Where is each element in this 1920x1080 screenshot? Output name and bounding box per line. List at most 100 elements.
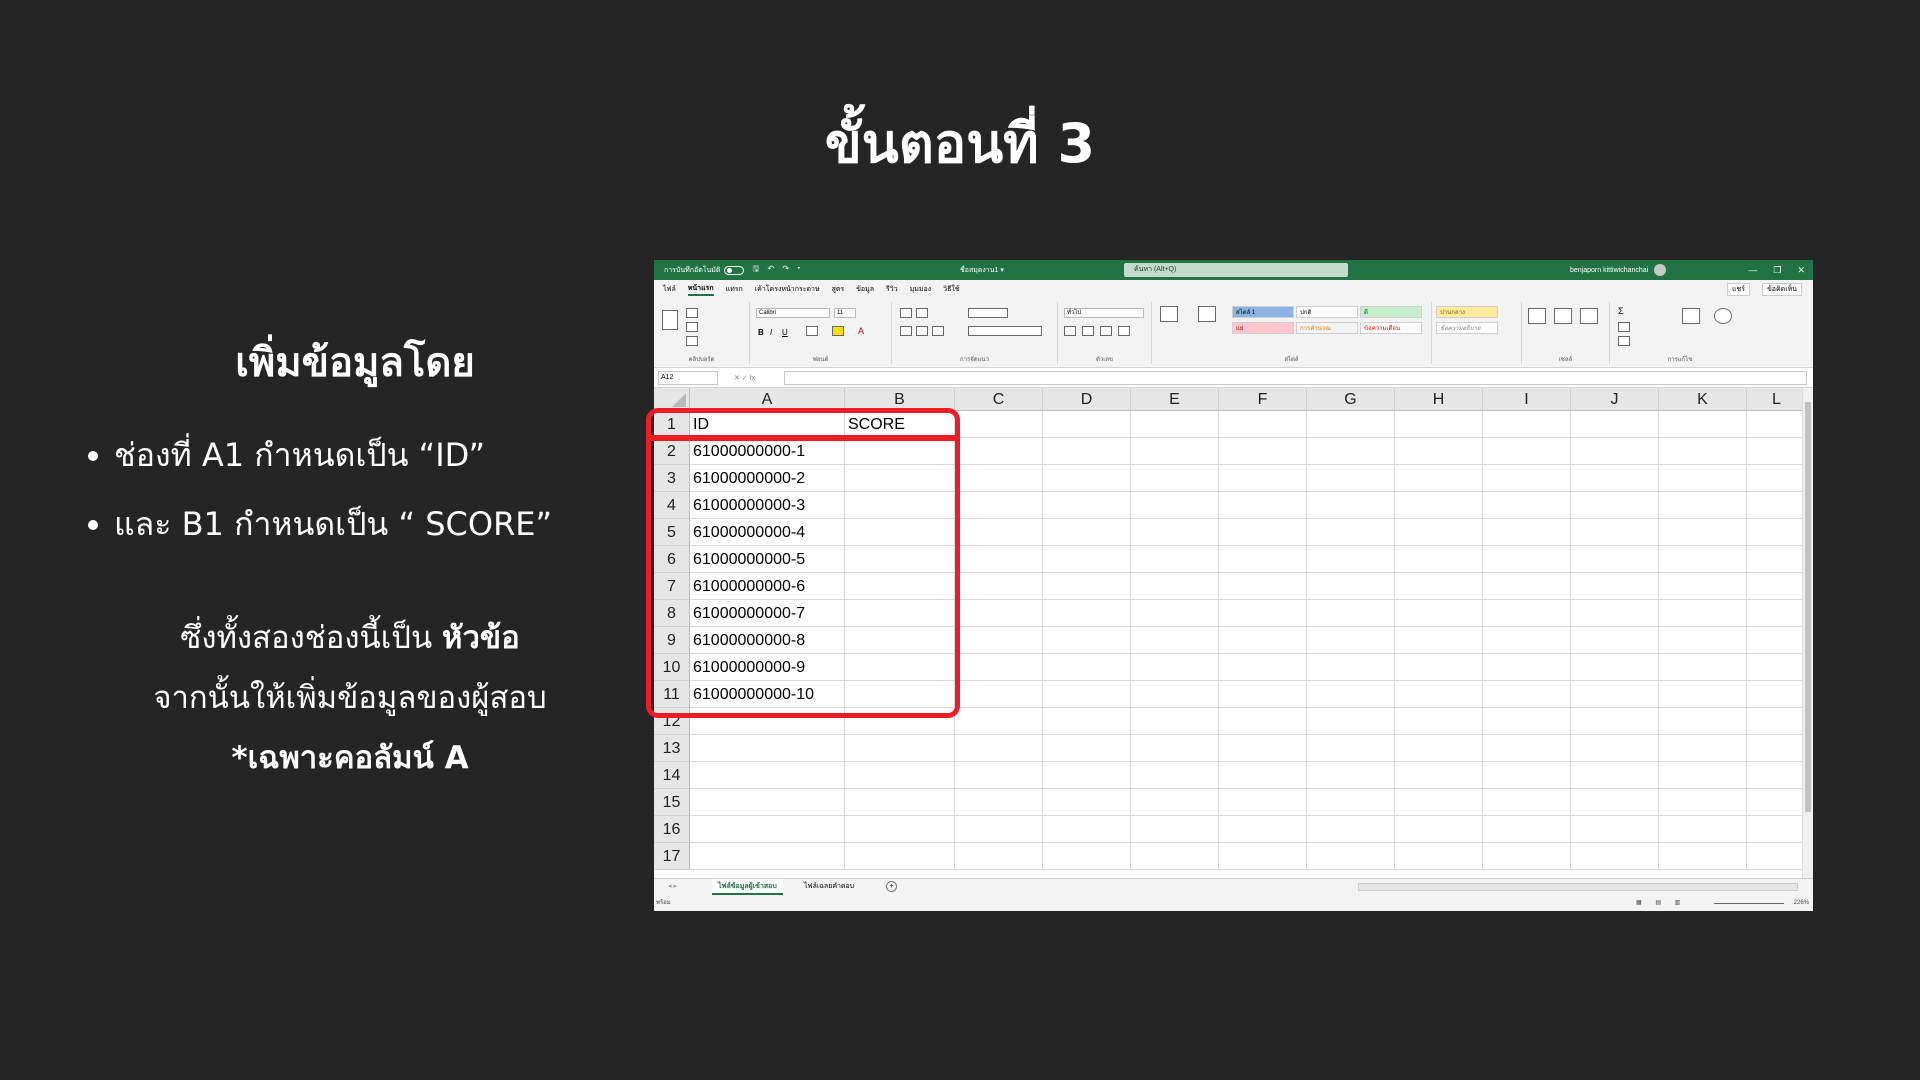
cell-h6[interactable] [1395, 546, 1483, 573]
cell-f4[interactable] [1219, 492, 1307, 519]
cell-e2[interactable] [1131, 438, 1219, 465]
scroll-thumb[interactable] [1805, 402, 1811, 812]
cell-l2[interactable] [1747, 438, 1802, 465]
comma-icon[interactable] [1100, 326, 1112, 336]
cell-l14[interactable] [1747, 762, 1802, 789]
cell-j8[interactable] [1571, 600, 1659, 627]
italic-button[interactable]: I [770, 328, 772, 337]
merge-center-icon[interactable] [968, 326, 1042, 336]
cell-j16[interactable] [1571, 816, 1659, 843]
cell-k17[interactable] [1659, 843, 1747, 870]
cell-e5[interactable] [1131, 519, 1219, 546]
share-button[interactable]: แชร์ [1726, 282, 1750, 296]
cell-j1[interactable] [1571, 411, 1659, 438]
cell-h15[interactable] [1395, 789, 1483, 816]
column-header-l[interactable]: L [1747, 388, 1802, 411]
cell-c4[interactable] [955, 492, 1043, 519]
cell-f3[interactable] [1219, 465, 1307, 492]
cell-d10[interactable] [1043, 654, 1131, 681]
tab-home[interactable]: หน้าแรก [687, 283, 714, 296]
sheet-tab-examinees[interactable]: ไฟล์ข้อมูลผู้เข้าสอบ [712, 879, 783, 895]
cell-j7[interactable] [1571, 573, 1659, 600]
cell-h3[interactable] [1395, 465, 1483, 492]
fill-icon[interactable] [1618, 322, 1630, 332]
column-header-g[interactable]: G [1307, 388, 1395, 411]
align-middle-icon[interactable] [916, 308, 928, 318]
style-calculation[interactable]: การคำนวณ [1296, 322, 1358, 334]
align-top-icon[interactable] [900, 308, 912, 318]
cell-d17[interactable] [1043, 843, 1131, 870]
cell-e17[interactable] [1131, 843, 1219, 870]
cell-g14[interactable] [1307, 762, 1395, 789]
cell-b16[interactable] [845, 816, 955, 843]
cell-i16[interactable] [1483, 816, 1571, 843]
style-normal[interactable]: ปกติ [1296, 306, 1358, 318]
cell-e4[interactable] [1131, 492, 1219, 519]
column-header-k[interactable]: K [1659, 388, 1747, 411]
cell-i10[interactable] [1483, 654, 1571, 681]
row-header[interactable]: 15 [654, 789, 690, 816]
cell-h12[interactable] [1395, 708, 1483, 735]
cell-k12[interactable] [1659, 708, 1747, 735]
cell-k15[interactable] [1659, 789, 1747, 816]
cell-i3[interactable] [1483, 465, 1571, 492]
cell-e14[interactable] [1131, 762, 1219, 789]
zoom-slider[interactable] [1714, 903, 1784, 904]
cell-b13[interactable] [845, 735, 955, 762]
cell-g17[interactable] [1307, 843, 1395, 870]
cell-f1[interactable] [1219, 411, 1307, 438]
cell-e11[interactable] [1131, 681, 1219, 708]
cell-a14[interactable] [690, 762, 845, 789]
cell-f10[interactable] [1219, 654, 1307, 681]
align-right-icon[interactable] [932, 326, 944, 336]
cell-d2[interactable] [1043, 438, 1131, 465]
cell-c3[interactable] [955, 465, 1043, 492]
cell-l10[interactable] [1747, 654, 1802, 681]
wrap-text-icon[interactable] [968, 308, 1008, 318]
cell-g1[interactable] [1307, 411, 1395, 438]
cell-h8[interactable] [1395, 600, 1483, 627]
document-name[interactable]: ชื่อสมุดงาน1 ▾ [960, 265, 1004, 276]
cell-j15[interactable] [1571, 789, 1659, 816]
clear-icon[interactable] [1618, 336, 1630, 346]
cell-k4[interactable] [1659, 492, 1747, 519]
style-bad[interactable]: แย่ [1232, 322, 1294, 334]
cell-h7[interactable] [1395, 573, 1483, 600]
cell-i14[interactable] [1483, 762, 1571, 789]
cell-h11[interactable] [1395, 681, 1483, 708]
cell-j3[interactable] [1571, 465, 1659, 492]
cell-c10[interactable] [955, 654, 1043, 681]
cell-d12[interactable] [1043, 708, 1131, 735]
cell-j14[interactable] [1571, 762, 1659, 789]
cell-c7[interactable] [955, 573, 1043, 600]
cell-g10[interactable] [1307, 654, 1395, 681]
align-left-icon[interactable] [900, 326, 912, 336]
copy-icon[interactable] [686, 322, 698, 332]
cell-f15[interactable] [1219, 789, 1307, 816]
cell-k6[interactable] [1659, 546, 1747, 573]
paste-icon[interactable] [662, 310, 678, 330]
sheet-nav-arrows[interactable]: ◂ ▸ [662, 879, 683, 895]
cell-k8[interactable] [1659, 600, 1747, 627]
tab-data[interactable]: ข้อมูล [856, 284, 874, 295]
style-good[interactable]: ดี [1360, 306, 1422, 318]
cell-i11[interactable] [1483, 681, 1571, 708]
add-sheet-button[interactable]: + [886, 881, 897, 892]
cell-l7[interactable] [1747, 573, 1802, 600]
search-input[interactable]: ค้นหา (Alt+Q) [1124, 263, 1348, 277]
cell-d11[interactable] [1043, 681, 1131, 708]
cell-l11[interactable] [1747, 681, 1802, 708]
tab-formulas[interactable]: สูตร [832, 284, 845, 295]
cell-j17[interactable] [1571, 843, 1659, 870]
fill-color-icon[interactable] [832, 326, 844, 336]
cell-g12[interactable] [1307, 708, 1395, 735]
cell-k5[interactable] [1659, 519, 1747, 546]
cell-l6[interactable] [1747, 546, 1802, 573]
cell-k16[interactable] [1659, 816, 1747, 843]
cell-l1[interactable] [1747, 411, 1802, 438]
cell-h16[interactable] [1395, 816, 1483, 843]
cell-a15[interactable] [690, 789, 845, 816]
cell-k3[interactable] [1659, 465, 1747, 492]
font-name-select[interactable]: Calibri [756, 308, 830, 318]
cell-a13[interactable] [690, 735, 845, 762]
